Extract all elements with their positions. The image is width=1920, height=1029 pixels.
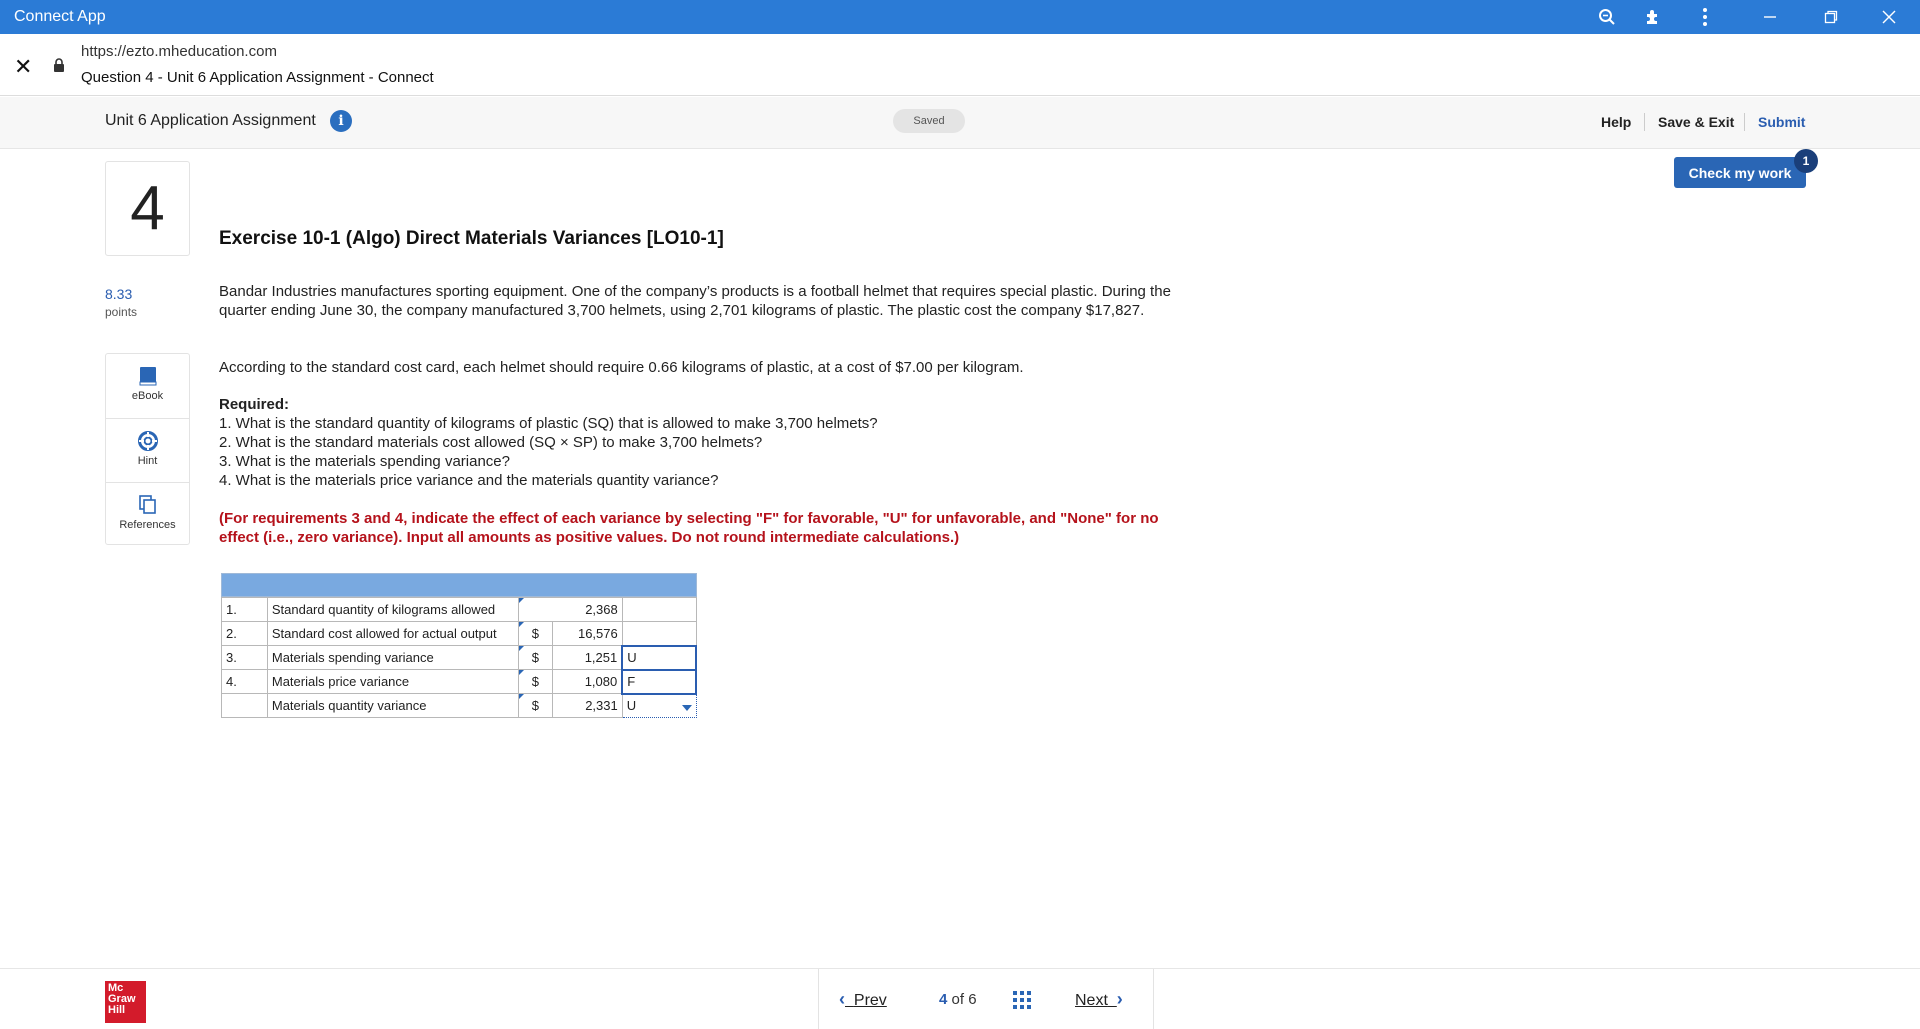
assignment-header: Unit 6 Application Assignment i Saved He… [0,97,1920,149]
book-icon [139,367,156,386]
submit-link[interactable]: Submit [1758,114,1805,130]
lock-icon [54,58,64,72]
close-window-icon[interactable] [1876,4,1902,30]
restore-icon[interactable] [1818,4,1844,30]
answer-table: 1. Standard quantity of kilograms allowe… [221,573,697,718]
requirement-3: 3. What is the materials spending varian… [219,453,510,470]
quantity-variance-input[interactable]: 2,331 [551,693,623,718]
close-tab-icon[interactable]: ✕ [14,54,32,80]
check-my-work-button[interactable]: Check my work [1674,157,1806,188]
question-number: 4 [105,161,190,256]
divider [1644,113,1645,131]
zoom-icon[interactable] [1594,4,1620,30]
requirement-2: 2. What is the standard materials cost a… [219,434,763,451]
ebook-button[interactable]: eBook [106,354,189,418]
tools-panel: eBook Hint References [105,353,190,545]
lifebuoy-icon [137,431,158,451]
row-effect [621,597,697,622]
mcgraw-hill-logo: Mc Graw Hill [105,981,146,1023]
quantity-input[interactable]: 2,368 [517,597,623,622]
row-description: Materials spending variance [266,645,519,670]
row-number: 2. [221,621,268,646]
check-count-badge: 1 [1794,149,1818,173]
grid-icon[interactable] [1013,991,1031,1009]
chevron-right-icon: › [1116,989,1123,1009]
table-row: 4. Materials price variance $ 1,080 F [221,668,697,695]
extension-icon[interactable] [1640,4,1666,30]
table-row: 1. Standard quantity of kilograms allowe… [221,597,697,622]
row-effect [621,621,697,646]
ebook-label: eBook [131,390,164,402]
page-indicator: 4 of 6 [939,991,977,1008]
saved-badge: Saved [893,109,965,133]
row-number: 1. [221,597,268,622]
spending-variance-input[interactable]: 1,251 [551,645,623,670]
info-icon[interactable]: i [330,110,352,132]
row-description: Materials quantity variance [266,693,519,718]
standard-cost-paragraph: According to the standard cost card, eac… [219,359,1024,376]
requirement-1: 1. What is the standard quantity of kilo… [219,415,878,432]
table-row: Materials quantity variance $ 2,331 U [221,693,697,718]
more-menu-icon[interactable] [1692,4,1718,30]
url-text: https://ezto.mheducation.com [81,43,277,60]
assignment-name: Unit 6 Application Assignment [105,112,316,129]
table-row: 2. Standard cost allowed for actual outp… [221,621,697,646]
title-bar: Connect App [0,0,1920,34]
row-number: 4. [221,669,268,694]
row-number: 3. [221,645,268,670]
next-button[interactable]: Next › [1075,989,1123,1010]
row-description: Standard cost allowed for actual output [266,621,519,646]
cost-input[interactable]: 16,576 [551,621,623,646]
app-title: Connect App [14,8,106,25]
currency-symbol: $ [517,621,553,646]
table-header [221,573,697,597]
required-title: Required: [219,396,290,413]
hint-button[interactable]: Hint [106,418,189,482]
row-description: Standard quantity of kilograms allowed [266,597,519,622]
required-section: Required: 1. What is the standard quanti… [219,395,1189,490]
currency-symbol: $ [517,693,553,718]
currency-symbol: $ [517,645,553,670]
currency-symbol: $ [517,669,553,694]
address-bar: ✕ https://ezto.mheducation.com Question … [0,34,1920,96]
table-row: 3. Materials spending variance $ 1,251 U [221,644,697,671]
page-title: Question 4 - Unit 6 Application Assignme… [81,69,434,86]
prev-button[interactable]: ‹ Prev [839,989,887,1010]
minimize-icon[interactable] [1757,4,1783,30]
instruction-text: (For requirements 3 and 4, indicate the … [219,510,1159,546]
divider [1744,113,1745,131]
question-navigation: ‹ Prev 4 of 6 Next › [818,969,1154,1029]
chevron-down-icon [681,704,692,711]
row-description: Materials price variance [266,669,519,694]
row-number [221,693,268,718]
problem-paragraph: Bandar Industries manufactures sporting … [219,283,1171,319]
references-button[interactable]: References [106,482,189,546]
spending-effect-select[interactable]: U [621,644,697,671]
footer: Mc Graw Hill ‹ Prev 4 of 6 Next › [0,968,1920,1029]
save-exit-link[interactable]: Save & Exit [1658,114,1734,130]
points-label: points [105,305,138,319]
help-link[interactable]: Help [1601,114,1631,130]
requirement-4: 4. What is the materials price variance … [219,472,719,489]
quantity-effect-select[interactable]: U [621,693,697,718]
points-value: 8.33 [105,286,133,302]
hint-label: Hint [137,455,158,467]
exercise-title: Exercise 10-1 (Algo) Direct Materials Va… [219,228,724,249]
price-variance-input[interactable]: 1,080 [551,669,623,694]
price-effect-select[interactable]: F [621,668,697,695]
chevron-left-icon: ‹ [839,989,845,1009]
copy-icon [138,495,156,514]
references-label: References [119,519,176,531]
